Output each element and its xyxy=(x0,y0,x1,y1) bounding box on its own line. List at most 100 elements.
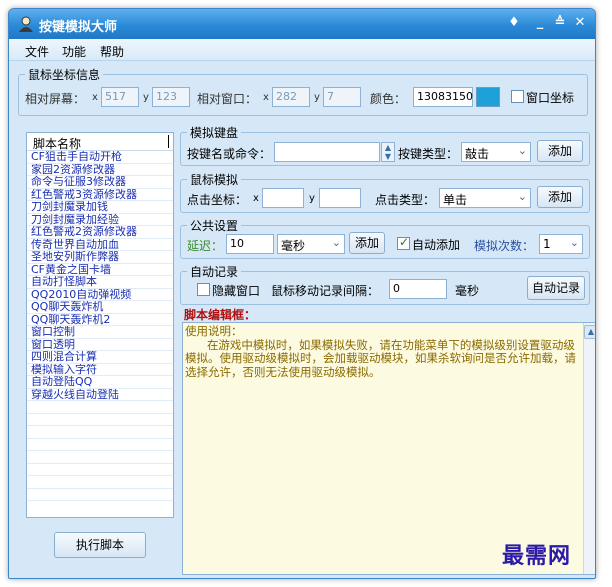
repeat-count-label: 模拟次数： xyxy=(474,239,535,253)
keyboard-legend: 模拟键盘 xyxy=(190,126,239,140)
window-x-label: x xyxy=(263,92,269,103)
list-item[interactable]: QQ聊天轰炸机 xyxy=(27,301,173,314)
list-item[interactable]: QQ2010自动弹视频 xyxy=(27,289,173,301)
list-item[interactable]: 刀剑封魔录加经验 xyxy=(27,214,173,226)
screen-coord-label: 相对屏幕： xyxy=(25,92,86,106)
run-script-button[interactable]: 执行脚本 xyxy=(54,532,146,558)
add-click-button[interactable]: 添加 xyxy=(537,186,583,208)
list-item[interactable]: 四则混合计算 xyxy=(27,351,173,364)
list-item[interactable]: CF狙击手自动开枪 xyxy=(27,151,173,164)
list-empty-row xyxy=(27,476,173,489)
list-item[interactable]: 红色警戒3资源修改器 xyxy=(27,189,173,201)
common-settings-legend: 公共设置 xyxy=(190,219,239,233)
list-item[interactable]: 模拟输入字符 xyxy=(27,364,173,376)
menu-help[interactable]: 帮助 xyxy=(100,43,124,60)
script-list[interactable]: 脚本名称 CF狙击手自动开枪 家园2资源修改器 命令与征服3修改器 红色警戒3资… xyxy=(26,132,174,518)
script-list-header-label: 脚本名称 xyxy=(33,137,82,151)
list-empty-row xyxy=(27,489,173,501)
record-interval-unit: 毫秒 xyxy=(455,284,480,298)
close-button[interactable]: ✕ xyxy=(571,15,589,30)
list-item[interactable]: 刀剑封魔录加钱 xyxy=(27,201,173,214)
click-type-value: 单击 xyxy=(443,193,468,207)
list-item[interactable]: 红色警戒2资源修改器 xyxy=(27,226,173,239)
window-title: 按键模拟大师 xyxy=(39,20,118,35)
delay-unit-value: 毫秒 xyxy=(281,239,306,253)
list-empty-row xyxy=(27,451,173,464)
click-coord-label: 点击坐标： xyxy=(187,193,248,207)
record-interval-label: 鼠标移动记录间隔： xyxy=(271,284,380,298)
key-name-input[interactable] xyxy=(274,142,380,162)
chevron-down-icon: ⌄ xyxy=(517,190,527,203)
list-item[interactable]: 自动打怪脚本 xyxy=(27,276,173,289)
click-x-input[interactable] xyxy=(262,188,304,208)
list-item[interactable]: CF黄金之国卡墙 xyxy=(27,264,173,276)
screen-y-field: 123 xyxy=(152,87,190,107)
delay-unit-select[interactable]: 毫秒 ⌄ xyxy=(277,234,345,254)
text-cursor xyxy=(168,135,169,148)
mouse-sim-legend: 鼠标模拟 xyxy=(190,173,239,187)
window-coord-label: 相对窗口： xyxy=(197,92,258,106)
record-interval-input[interactable]: 0 xyxy=(389,279,447,299)
add-key-button[interactable]: 添加 xyxy=(537,140,583,162)
click-type-label: 点击类型： xyxy=(375,193,436,207)
editor-title: 脚本编辑框： xyxy=(184,308,257,322)
chevron-down-icon: ⌄ xyxy=(569,236,579,249)
list-item[interactable]: 窗口控制 xyxy=(27,326,173,339)
list-empty-row xyxy=(27,414,173,426)
watermark-text: 最需网 xyxy=(502,543,572,569)
color-swatch xyxy=(476,87,500,107)
auto-add-label: 自动添加 xyxy=(412,238,461,252)
list-item[interactable]: QQ聊天轰炸机2 xyxy=(27,314,173,326)
add-delay-button[interactable]: 添加 xyxy=(349,232,385,254)
mouse-coords-legend: 鼠标坐标信息 xyxy=(28,68,101,82)
list-item[interactable]: 家园2资源修改器 xyxy=(27,164,173,176)
main-window: 按键模拟大师 ♦ _ ≙ ✕ 文件 功能 帮助 鼠标坐标信息 相对屏幕： x 5… xyxy=(8,8,596,579)
chevron-down-icon: ⌄ xyxy=(517,144,527,157)
key-type-select[interactable]: 敲击 ⌄ xyxy=(461,142,531,162)
list-item[interactable]: 穿越火线自动登陆 xyxy=(27,389,173,401)
list-item[interactable]: 自动登陆QQ xyxy=(27,376,173,389)
hide-window-label: 隐藏窗口 xyxy=(212,284,261,298)
key-type-value: 敲击 xyxy=(465,147,490,161)
window-y-field: 7 xyxy=(323,87,361,107)
click-type-select[interactable]: 单击 ⌄ xyxy=(439,188,531,208)
menu-function[interactable]: 功能 xyxy=(62,43,86,60)
repeat-count-select[interactable]: 1 ⌄ xyxy=(539,234,583,254)
window-x-field: 282 xyxy=(272,87,310,107)
minimize-button[interactable]: _ xyxy=(531,15,549,30)
click-x-label: x xyxy=(253,193,259,204)
window-coord-checkbox[interactable] xyxy=(511,90,524,103)
list-item[interactable]: 命令与征服3修改器 xyxy=(27,176,173,189)
list-item[interactable]: 窗口透明 xyxy=(27,339,173,351)
key-spinner[interactable]: ▲ ▼ xyxy=(381,142,395,162)
screen-y-label: y xyxy=(143,92,149,103)
list-item[interactable]: 圣地安列斯作弊器 xyxy=(27,251,173,264)
repeat-count-value: 1 xyxy=(543,237,551,251)
hide-window-checkbox[interactable] xyxy=(197,283,210,296)
menu-bar: 文件 功能 帮助 xyxy=(9,39,595,61)
key-type-label: 按键类型： xyxy=(398,147,459,161)
maximize-button[interactable]: ≙ xyxy=(551,15,569,30)
scroll-up-icon[interactable]: ▲ xyxy=(584,325,595,339)
screen-x-field: 517 xyxy=(101,87,139,107)
list-item[interactable]: 传奇世界自动加血 xyxy=(27,239,173,251)
auto-record-button[interactable]: 自动记录 xyxy=(527,276,585,300)
list-empty-row xyxy=(27,426,173,439)
delay-input[interactable]: 10 xyxy=(226,234,274,254)
key-name-label: 按键名或命令： xyxy=(187,147,272,161)
title-bar[interactable]: 按键模拟大师 ♦ _ ≙ ✕ xyxy=(9,9,595,39)
auto-record-legend: 自动记录 xyxy=(190,265,239,279)
skin-icon[interactable]: ♦ xyxy=(505,15,523,30)
app-logo-icon xyxy=(19,16,33,32)
editor-scrollbar[interactable]: ▲ xyxy=(583,323,595,574)
click-y-input[interactable] xyxy=(319,188,361,208)
editor-text[interactable]: 使用说明： 在游戏中模拟时，如果模拟失败，请在功能菜单下的模拟级别设置驱动级模拟… xyxy=(185,324,581,379)
script-list-header: 脚本名称 xyxy=(27,133,173,151)
list-empty-row xyxy=(27,464,173,476)
window-y-label: y xyxy=(314,92,320,103)
menu-file[interactable]: 文件 xyxy=(25,43,49,60)
delay-label: 延迟： xyxy=(187,239,224,253)
auto-add-checkbox[interactable] xyxy=(397,235,410,250)
chevron-down-icon: ⌄ xyxy=(331,236,341,249)
color-label: 颜色： xyxy=(370,92,407,106)
